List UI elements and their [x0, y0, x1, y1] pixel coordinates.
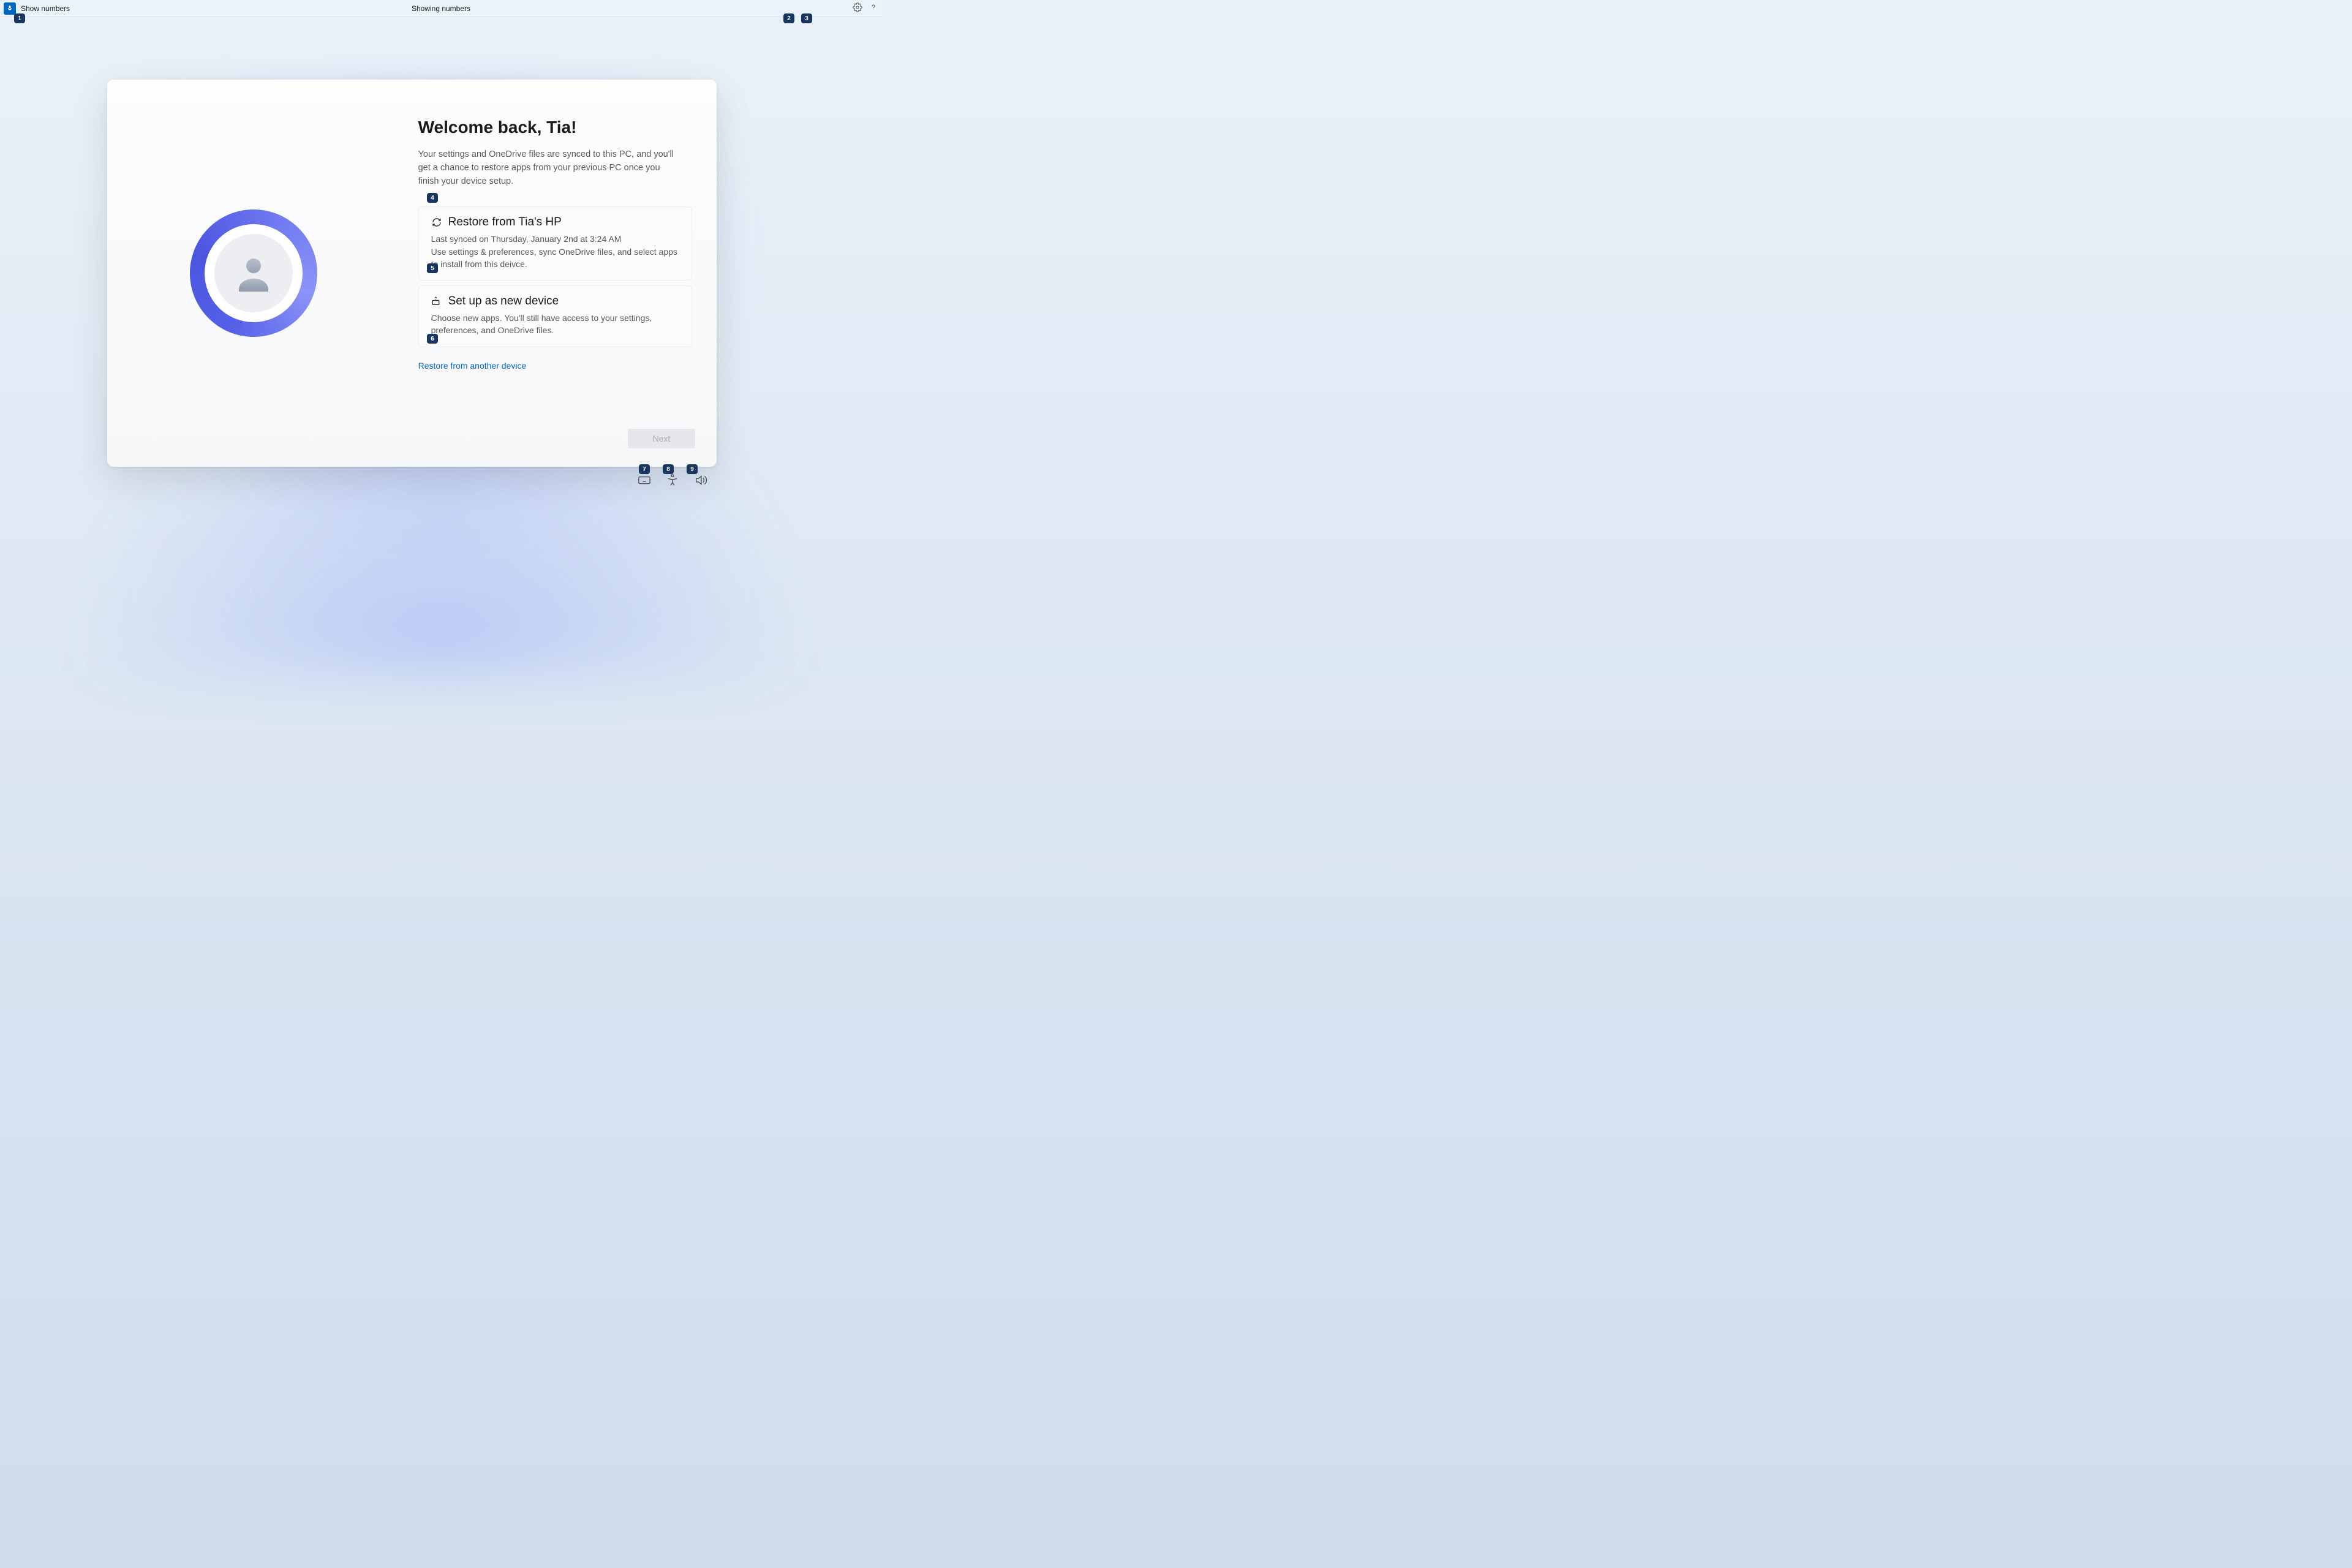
sync-icon: [431, 217, 442, 228]
microphone-icon: [6, 5, 13, 12]
avatar-ring: [190, 209, 317, 337]
volume-button[interactable]: [694, 473, 707, 487]
option-restore-title: Restore from Tia's HP: [448, 216, 562, 229]
number-badge-6: 6: [427, 334, 438, 344]
help-button[interactable]: [869, 2, 878, 15]
on-screen-keyboard-button[interactable]: [638, 473, 651, 487]
option-restore-line2: Use settings & preferences, sync OneDriv…: [431, 246, 679, 271]
number-badge-8: 8: [663, 464, 674, 474]
restore-another-link[interactable]: Restore from another device: [418, 361, 527, 371]
number-badge-2: 2: [783, 13, 794, 23]
accessibility-icon: [666, 473, 679, 487]
voice-access-bar: Show numbers Showing numbers: [0, 0, 882, 17]
oobe-utility-icons: [638, 473, 707, 487]
number-badge-4: 4: [427, 193, 438, 203]
page-subtitle: Your settings and OneDrive files are syn…: [418, 148, 676, 188]
avatar-inner: [205, 224, 303, 322]
number-badge-5: 5: [427, 263, 438, 273]
number-badge-9: 9: [687, 464, 698, 474]
help-icon: [869, 2, 878, 12]
option-new-device[interactable]: Set up as new device Choose new apps. Yo…: [418, 285, 692, 347]
avatar-placeholder: [214, 234, 293, 312]
voice-status-text: Showing numbers: [412, 4, 470, 13]
number-badge-1: 1: [14, 13, 25, 23]
gear-icon: [853, 2, 862, 12]
microphone-button[interactable]: [4, 2, 16, 15]
accessibility-button[interactable]: [666, 473, 679, 487]
option-restore-line1: Last synced on Thursday, January 2nd at …: [431, 233, 679, 245]
keyboard-icon: [638, 473, 651, 487]
option-restore[interactable]: Restore from Tia's HP Last synced on Thu…: [418, 206, 692, 281]
person-icon: [232, 251, 276, 295]
next-button[interactable]: Next: [628, 429, 695, 448]
card-content-pane: Welcome back, Tia! Your settings and One…: [400, 80, 717, 467]
number-badge-7: 7: [639, 464, 650, 474]
volume-icon: [694, 473, 707, 487]
option-new-title: Set up as new device: [448, 295, 559, 308]
voice-command-text: Show numbers: [21, 4, 70, 13]
number-badge-3: 3: [801, 13, 812, 23]
card-illustration-pane: [107, 80, 400, 467]
device-icon: [431, 296, 442, 307]
page-title: Welcome back, Tia!: [418, 118, 692, 137]
option-new-desc: Choose new apps. You'll still have acces…: [431, 312, 679, 337]
settings-button[interactable]: [853, 2, 862, 15]
setup-card: Welcome back, Tia! Your settings and One…: [107, 80, 717, 467]
